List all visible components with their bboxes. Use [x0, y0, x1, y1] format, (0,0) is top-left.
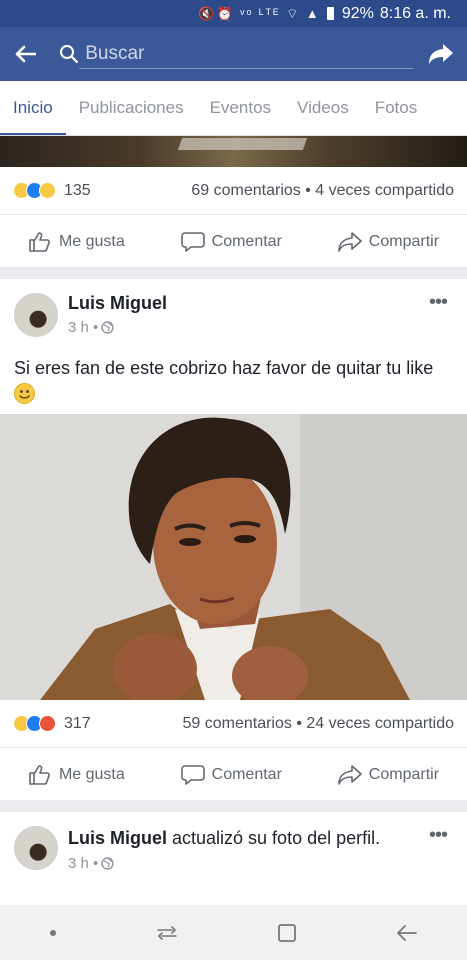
post-time[interactable]: 3 h • [68, 855, 98, 872]
share-icon [337, 232, 362, 252]
comments-shares-count[interactable]: 69 comentarios • 4 veces compartido [191, 182, 454, 200]
reactions-summary[interactable]: 317 59 comentarios • 24 veces compartido [0, 700, 467, 748]
post-meta: 3 h • [68, 319, 167, 336]
tab-videos[interactable]: Videos [284, 81, 362, 135]
arrow-left-icon [15, 45, 36, 63]
clock: 8:16 a. m. [379, 4, 451, 22]
reaction-count: 317 [64, 714, 91, 732]
tab-eventos[interactable]: Eventos [197, 81, 284, 135]
smile-emoji-icon [14, 383, 35, 404]
comment-button[interactable]: Comentar [180, 764, 282, 786]
share-post-button[interactable]: Compartir [337, 764, 440, 786]
post-card: Luis Miguel actualizó su foto del perfil… [0, 812, 467, 905]
post-header: Luis Miguel 3 h • ••• [0, 279, 467, 349]
post-meta: 3 h • [68, 855, 408, 872]
globe-icon [101, 857, 114, 870]
battery-level: 92% [341, 4, 374, 22]
app-bar [0, 27, 467, 81]
back-nav-icon[interactable] [395, 923, 419, 943]
comment-label: Comentar [211, 233, 282, 250]
share-button[interactable] [414, 27, 467, 81]
tab-publicaciones[interactable]: Publicaciones [66, 81, 197, 135]
wow-icon [39, 182, 56, 199]
share-icon [337, 765, 362, 785]
like-button[interactable]: Me gusta [28, 231, 125, 253]
search-icon [60, 45, 79, 64]
search-input[interactable] [79, 39, 415, 69]
avatar[interactable] [14, 826, 58, 870]
post-actions: Me gusta Comentar Compartir [0, 748, 467, 802]
recent-apps-icon[interactable] [155, 923, 179, 943]
share-label: Compartir [368, 233, 440, 250]
reaction-count: 135 [64, 181, 91, 199]
post-body: Si eres fan de este cobrizo haz favor de… [14, 358, 434, 378]
previous-post-card: 135 69 comentarios • 4 veces compartido … [0, 167, 467, 267]
reaction-icons [13, 182, 56, 199]
system-nav-bar [0, 905, 467, 960]
post-text: Si eres fan de este cobrizo haz favor de… [0, 349, 467, 407]
post-actions: Me gusta Comentar Compartir [0, 215, 467, 269]
avatar[interactable] [14, 293, 58, 337]
battery-icon [326, 7, 334, 20]
like-label: Me gusta [58, 233, 125, 250]
angry-icon [39, 715, 56, 732]
thumbs-up-icon [29, 765, 50, 785]
comment-icon [180, 232, 205, 252]
like-label: Me gusta [58, 766, 125, 783]
like-button[interactable]: Me gusta [28, 764, 125, 786]
post-header: Luis Miguel actualizó su foto del perfil… [0, 812, 467, 905]
share-post-button[interactable]: Compartir [337, 231, 440, 253]
more-options-icon[interactable]: ••• [429, 291, 448, 314]
share-label: Compartir [368, 766, 440, 783]
page-tabs: Inicio Publicaciones Eventos Videos Foto… [0, 81, 467, 136]
globe-icon [101, 321, 114, 334]
share-arrow-icon [428, 44, 453, 64]
dot-icon[interactable] [48, 928, 58, 938]
reaction-icons [13, 715, 56, 732]
comment-label: Comentar [211, 766, 282, 783]
home-icon[interactable] [276, 922, 298, 944]
status-icons: 🔇⏰ ᵛᵒ ᴸᵀᴱ ⌔ ▲ [198, 5, 321, 21]
post-action-text: actualizó su foto del perfil. [167, 828, 381, 848]
author-name[interactable]: Luis Miguel [68, 293, 167, 314]
tab-fotos[interactable]: Fotos [362, 81, 431, 135]
search-box [49, 27, 415, 81]
post-footer: 317 59 comentarios • 24 veces compartido… [0, 700, 467, 800]
thumbs-up-icon [29, 232, 50, 252]
post-time[interactable]: 3 h • [68, 319, 98, 336]
tab-inicio[interactable]: Inicio [0, 81, 66, 135]
man-portrait-image [0, 414, 467, 700]
comments-shares-count[interactable]: 59 comentarios • 24 veces compartido [182, 715, 454, 733]
comment-button[interactable]: Comentar [180, 231, 282, 253]
previous-post-image[interactable] [0, 136, 467, 167]
author-name[interactable]: Luis Miguel [68, 828, 167, 848]
more-options-icon[interactable]: ••• [429, 824, 448, 847]
comment-icon [180, 765, 205, 785]
post-photo[interactable] [0, 414, 467, 700]
reactions-summary[interactable]: 135 69 comentarios • 4 veces compartido [0, 167, 467, 215]
back-button[interactable] [0, 27, 49, 81]
status-bar: 🔇⏰ ᵛᵒ ᴸᵀᴱ ⌔ ▲ 92% 8:16 a. m. [0, 0, 467, 27]
